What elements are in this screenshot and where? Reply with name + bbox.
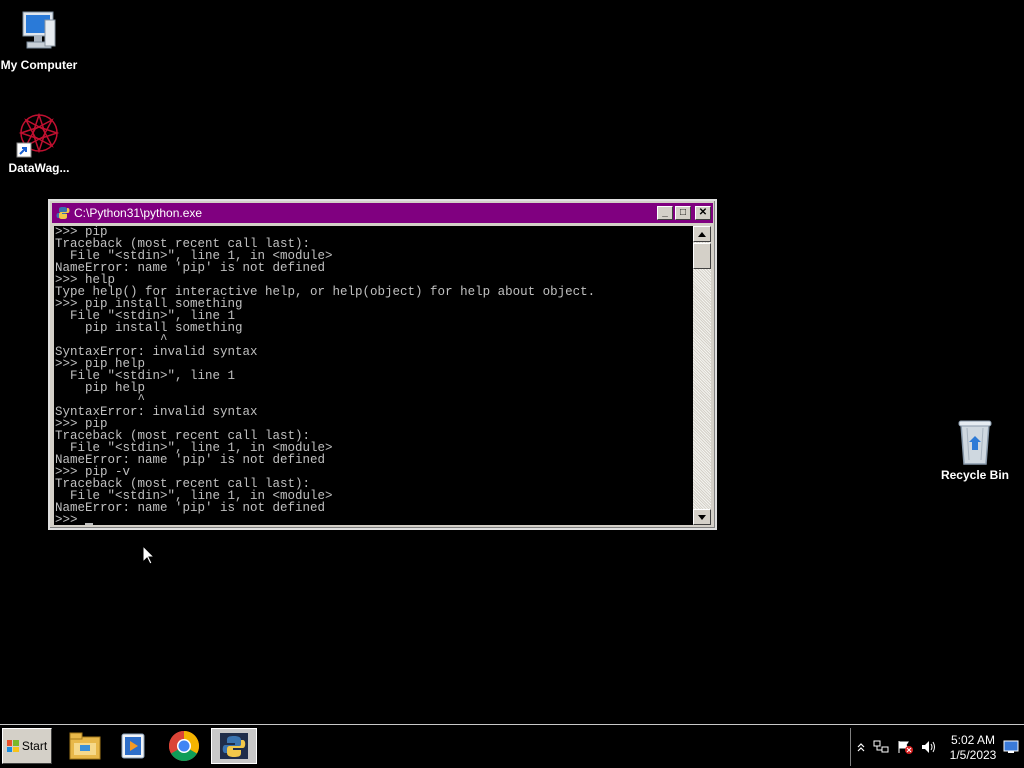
console-line: NameError: name 'pip' is not defined bbox=[55, 453, 326, 467]
chevron-down-icon bbox=[698, 514, 706, 520]
clock-date: 1/5/2023 bbox=[949, 748, 997, 762]
window-title: C:\Python31\python.exe bbox=[74, 206, 203, 220]
chevron-up-icon bbox=[857, 743, 865, 752]
desktop-icon-my-computer[interactable]: My Computer bbox=[0, 8, 79, 72]
maximize-button[interactable]: □ bbox=[675, 206, 691, 220]
media-player-icon bbox=[121, 733, 145, 759]
mouse-pointer-icon bbox=[142, 544, 156, 570]
minimize-button[interactable]: _ bbox=[657, 206, 673, 220]
console-line: NameError: name 'pip' is not defined bbox=[55, 261, 326, 275]
close-button[interactable]: ✕ bbox=[695, 206, 711, 220]
show-hidden-icons-button[interactable] bbox=[857, 741, 865, 755]
scroll-down-button[interactable] bbox=[693, 509, 711, 525]
recycle-bin-icon bbox=[951, 418, 999, 466]
chevron-up-icon bbox=[698, 231, 706, 237]
windows-logo-icon bbox=[6, 740, 19, 752]
console-line: SyntaxError: invalid syntax bbox=[55, 405, 258, 419]
start-label: Start bbox=[21, 739, 48, 753]
python-console-window[interactable]: C:\Python31\python.exe _ □ ✕ >>> pip Trac… bbox=[48, 199, 717, 530]
maximize-icon: □ bbox=[679, 207, 687, 218]
start-button[interactable]: Start bbox=[2, 728, 52, 764]
vertical-scrollbar[interactable] bbox=[693, 226, 711, 525]
action-center-flag-icon[interactable] bbox=[897, 740, 913, 757]
scrollbar-thumb[interactable] bbox=[693, 243, 711, 269]
taskbar-app-chrome[interactable] bbox=[161, 728, 207, 764]
datawag-shortcut-icon bbox=[15, 111, 63, 159]
scroll-up-button[interactable] bbox=[693, 226, 711, 242]
system-tray: 5:02 AM 1/5/2023 bbox=[850, 728, 1022, 766]
python-icon bbox=[220, 733, 248, 759]
console-line: File "<stdin>", line 1 bbox=[55, 369, 236, 383]
console-prompt: >>> bbox=[55, 513, 86, 525]
chrome-icon bbox=[168, 731, 200, 762]
console-output[interactable]: >>> pip Traceback (most recent call last)… bbox=[54, 226, 693, 525]
file-explorer-icon bbox=[69, 732, 101, 760]
desktop-icon-recycle-bin[interactable]: Recycle Bin bbox=[935, 418, 1015, 482]
clock-time: 5:02 AM bbox=[950, 733, 996, 747]
taskbar-app-file-explorer[interactable] bbox=[62, 728, 108, 764]
console-line: SyntaxError: invalid syntax bbox=[55, 345, 258, 359]
system-clock[interactable]: 5:02 AM 1/5/2023 bbox=[943, 733, 1003, 763]
desktop-icon-label: My Computer bbox=[0, 58, 78, 72]
console-prompt-line[interactable]: >>> bbox=[55, 514, 693, 525]
computer-icon bbox=[15, 8, 63, 56]
taskbar: Start 5:02 AM 1/5/2023 bbox=[0, 724, 1024, 768]
desktop-icon-datawag[interactable]: DataWag... bbox=[0, 111, 79, 175]
show-desktop-icon[interactable] bbox=[1003, 740, 1019, 757]
desktop-icon-label: Recycle Bin bbox=[940, 468, 1010, 482]
python-icon bbox=[56, 206, 70, 220]
taskbar-app-python[interactable] bbox=[211, 728, 257, 764]
taskbar-app-media-player[interactable] bbox=[110, 728, 156, 764]
console-line: NameError: name 'pip' is not defined bbox=[55, 501, 326, 515]
text-cursor bbox=[85, 523, 94, 525]
minimize-icon: _ bbox=[662, 207, 668, 218]
console-line: pip help bbox=[55, 381, 146, 395]
desktop-icon-label: DataWag... bbox=[8, 161, 70, 175]
window-titlebar[interactable]: C:\Python31\python.exe _ □ ✕ bbox=[52, 203, 713, 223]
volume-icon[interactable] bbox=[921, 740, 937, 757]
network-icon[interactable] bbox=[873, 740, 889, 757]
close-icon: ✕ bbox=[698, 207, 708, 218]
